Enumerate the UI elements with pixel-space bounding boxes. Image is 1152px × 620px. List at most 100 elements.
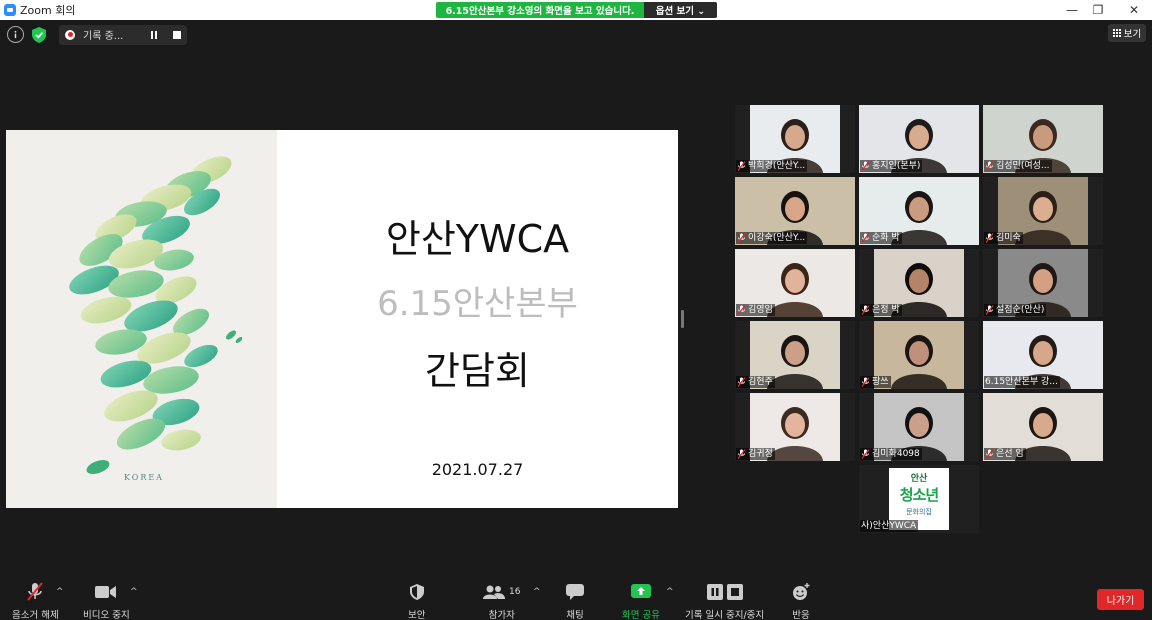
encryption-shield-icon[interactable] [30, 26, 47, 43]
participant-tile[interactable]: 김성민(여성... [983, 105, 1103, 173]
participant-tile[interactable]: 홍지인(본부) [859, 105, 979, 173]
participant-name-tag: 순화 박 [860, 232, 902, 244]
meeting-toolbar: 음소거 해제 ^ 비디오 중지 ^ 보안 16 참가자 ^ 채팅 화면 공유 ^… [0, 572, 1152, 620]
mic-muted-icon [985, 305, 994, 315]
chat-button[interactable]: 채팅 [566, 582, 584, 620]
participant-tile[interactable]: 김미화4098 [859, 393, 979, 461]
participant-name-tag: 김영임 [736, 304, 775, 316]
participant-tile[interactable]: 설점순(안산) [983, 249, 1103, 317]
share-screen-button[interactable]: 화면 공유 [622, 582, 660, 620]
participant-tile[interactable]: 안산청소년문화의집사)안산YWCA [859, 465, 979, 533]
mic-muted-icon [861, 449, 870, 459]
recording-control-button[interactable]: 기록 일시 중지/중지 [685, 582, 764, 620]
slide-event: 간담회 [425, 349, 530, 393]
audio-options-chevron-icon[interactable]: ^ [56, 587, 64, 597]
mic-muted-icon [985, 233, 994, 243]
participants-icon: 16 [483, 582, 520, 602]
security-shield-icon [409, 582, 424, 602]
mic-muted-icon [737, 233, 746, 243]
participants-button[interactable]: 16 참가자 [483, 582, 520, 620]
slide-subtitle: 6.15안산본부 [377, 284, 578, 324]
reactions-button[interactable]: 반응 [792, 582, 810, 620]
participant-name-tag: 사)안산YWCA [860, 520, 919, 532]
slide-title: 안산YWCA [385, 217, 570, 261]
chat-bubble-icon [566, 582, 584, 602]
participant-name-tag: 6.15안산본부 강... [984, 376, 1060, 388]
participant-name-tag: 김미화4098 [860, 448, 922, 460]
shared-screen: KOREA 안산YWCA 6.15안산본부 간담회 2021.07.27 [6, 130, 678, 508]
participant-tile[interactable]: 은정 박 [859, 249, 979, 317]
mic-muted-icon [26, 582, 44, 602]
participant-name: 팡쓰 [872, 377, 889, 387]
window-title: Zoom 회의 [20, 4, 76, 17]
participant-tile[interactable]: 박희경(안산Y... [735, 105, 855, 173]
pause-recording-icon[interactable] [151, 30, 157, 39]
participant-tile[interactable]: 6.15안산본부 강... [983, 321, 1103, 389]
slide-date: 2021.07.27 [431, 460, 524, 479]
participant-tile[interactable]: 은선 임 [983, 393, 1103, 461]
view-label: 보기 [1123, 29, 1142, 40]
korea-leaf-map-image [69, 156, 243, 474]
participant-tile[interactable]: 김영임 [735, 249, 855, 317]
view-button[interactable]: 보기 [1108, 24, 1146, 42]
mic-muted-icon [737, 449, 746, 459]
logo-text-line: 안산 [910, 474, 928, 484]
pause-stop-recording-icon [706, 582, 743, 602]
grid-view-icon [1112, 29, 1121, 37]
participant-name: 은선 임 [996, 449, 1024, 459]
participant-tile[interactable]: 김현주 [735, 321, 855, 389]
video-options-chevron-icon[interactable]: ^ [130, 587, 138, 597]
participant-tile[interactable]: 순화 박 [859, 177, 979, 245]
share-options-chevron-icon[interactable]: ^ [666, 587, 674, 597]
leave-meeting-button[interactable]: 나가기 [1097, 589, 1144, 610]
participant-name-tag: 김현주 [736, 376, 775, 388]
stop-recording-icon[interactable] [173, 30, 181, 39]
participant-name: 김미숙 [996, 233, 1021, 243]
info-icon[interactable] [7, 26, 24, 43]
participant-name: 박희경(안산Y... [748, 161, 806, 171]
recording-dot-icon [65, 29, 75, 40]
close-button[interactable]: ✕ [1116, 0, 1152, 20]
participant-tile[interactable]: 김귀정 [735, 393, 855, 461]
unmute-button[interactable]: 음소거 해제 [12, 582, 59, 620]
participant-tile[interactable]: 이강숙(안산Y... [735, 177, 855, 245]
participants-options-chevron-icon[interactable]: ^ [533, 587, 541, 597]
participant-name-tag: 홍지인(본부) [860, 160, 923, 172]
mic-muted-icon [861, 161, 870, 171]
view-options-button[interactable]: 옵션 보기 ⌄ [644, 2, 717, 18]
mic-muted-icon [861, 233, 870, 243]
participant-name: 김미화4098 [872, 449, 920, 459]
unmute-label: 음소거 해제 [12, 610, 59, 620]
meeting-indicators: 기록 중... [7, 24, 187, 45]
reactions-label: 반응 [792, 610, 810, 620]
korea-label: KOREA [124, 473, 164, 482]
participant-name-tag: 김미숙 [984, 232, 1023, 244]
participant-name: 이강숙(안산Y... [748, 233, 806, 243]
participants-count: 16 [509, 587, 521, 597]
layout-splitter-handle[interactable] [681, 310, 684, 328]
stop-video-button[interactable]: 비디오 중지 [83, 582, 130, 620]
zoom-logo-icon [4, 4, 16, 16]
restore-button[interactable]: ❐ [1080, 0, 1116, 20]
participant-name-tag: 이강숙(안산Y... [736, 232, 808, 244]
logo-text-line: 청소년 [899, 486, 939, 504]
security-button[interactable]: 보안 [408, 582, 425, 620]
recording-control-label: 기록 일시 중지/중지 [685, 610, 765, 620]
participant-name: 사)안산YWCA [861, 521, 917, 531]
participant-name-tag: 은선 임 [984, 448, 1026, 460]
participant-tile[interactable]: 팡쓰 [859, 321, 979, 389]
participant-name-tag: 박희경(안산Y... [736, 160, 808, 172]
logo-text-line: 문화의집 [906, 508, 932, 516]
participant-tile[interactable]: 김미숙 [983, 177, 1103, 245]
reaction-smiley-icon [792, 582, 810, 602]
participants-label: 참가자 [488, 610, 515, 620]
screen-share-banner: 6.15안산본부 강소영의 화면을 보고 있습니다. [436, 2, 644, 18]
participant-name-tag: 설점순(안산) [984, 304, 1047, 316]
share-screen-label: 화면 공유 [622, 610, 660, 620]
participant-name: 김성민(여성... [996, 161, 1050, 171]
share-screen-icon [630, 582, 651, 602]
mic-muted-icon [861, 377, 870, 387]
mic-muted-icon [737, 161, 746, 171]
participant-name: 홍지인(본부) [872, 161, 921, 171]
participant-name: 설점순(안산) [996, 305, 1045, 315]
